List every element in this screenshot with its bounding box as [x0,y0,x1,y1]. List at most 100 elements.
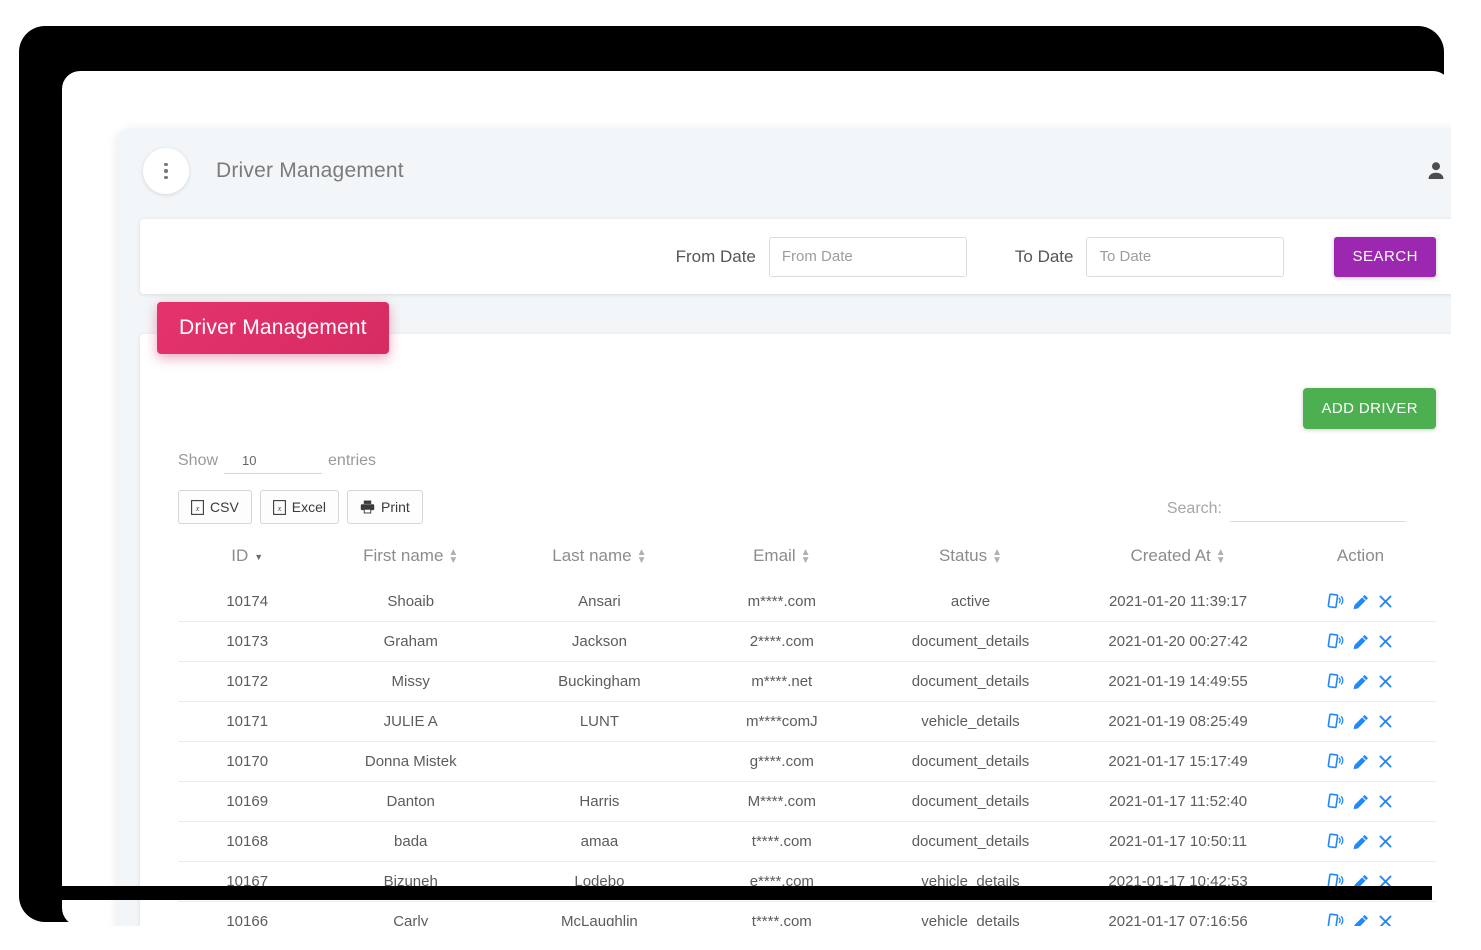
row-actions [1289,673,1432,690]
cell-action [1284,781,1436,822]
mobile-signal-icon[interactable] [1327,673,1344,690]
column-header-email[interactable]: Email ▲ ▼ [694,540,870,582]
user-account-icon[interactable] [1424,159,1448,183]
cell-created-at: 2021-01-19 08:25:49 [1071,701,1285,742]
mobile-signal-icon[interactable] [1327,633,1344,650]
sort-both-icon: ▲ ▼ [800,546,811,566]
cell-id: 10168 [178,821,317,862]
table-row: 10171 JULIE A LUNT m****comJ vehicle_details… [178,701,1436,742]
cell-status: vehicle_details [869,901,1072,926]
date-filter-bar: From Date To Date SEARCH [140,219,1451,294]
cell-created-at: 2021-01-17 10:50:11 [1071,821,1285,862]
column-header-id[interactable]: ID ▼ [178,540,316,582]
cell-email: M****.com [693,781,870,822]
from-date-label: From Date [675,246,756,266]
cell-last-name: McLaughlin [505,901,694,926]
export-excel-button[interactable]: x Excel [259,490,340,524]
delete-x-icon[interactable] [1378,914,1393,926]
mobile-signal-icon[interactable] [1327,593,1344,610]
mobile-signal-icon[interactable] [1327,793,1344,810]
edit-pencil-icon[interactable] [1353,634,1369,650]
edit-pencil-icon[interactable] [1353,754,1369,770]
table-search-label: Search: [1166,500,1222,517]
edit-pencil-icon[interactable] [1353,794,1369,810]
card-title-badge: Driver Management [157,302,389,354]
cell-email: m****.com [747,593,816,610]
entries-select[interactable]: 102550100 [224,451,323,474]
cell-first-name: Carly [316,901,506,926]
cell-status: vehicle_details [869,701,1072,742]
cell-action [1284,621,1436,662]
mobile-signal-icon[interactable] [1327,833,1344,850]
table-search-input[interactable] [1230,496,1406,522]
delete-x-icon[interactable] [1378,834,1393,849]
sort-desc-icon: ▼ [254,551,264,562]
table-row: 10174 Shoaib Ansari m****.com active 2021-01-… [178,582,1436,622]
edit-pencil-icon[interactable] [1353,714,1369,730]
edit-pencil-icon[interactable] [1353,914,1369,926]
file-export-icon: x [191,499,204,515]
row-actions [1289,913,1432,926]
cell-email: m****comJ [693,701,870,742]
delete-x-icon[interactable] [1378,754,1393,769]
to-date-input[interactable] [1086,236,1285,277]
add-driver-button[interactable]: ADD DRIVER [1303,388,1436,429]
search-submit-button[interactable]: SEARCH [1334,236,1436,277]
drivers-table-body: 10174 Shoaib Ansari m****.com active 2021-01-… [178,582,1436,926]
delete-x-icon[interactable] [1378,794,1393,809]
kebab-menu-icon[interactable] [143,148,189,194]
from-date-input[interactable] [768,236,967,277]
table-row: 10168 bada amaa t****.com document_details 20… [178,821,1436,862]
sort-both-icon: ▲ ▼ [448,546,459,566]
table-tools: Show 102550100 entries x CSV [140,429,1451,524]
cell-created-at: 2021-01-19 14:49:55 [1071,661,1285,702]
sort-both-icon: ▲ ▼ [1215,546,1226,566]
table-header-row: ID ▼ First name ▲ ▼ Last name ▲ ▼ Email ▲ ▼ Status ▲… [178,540,1436,582]
export-csv-label: CSV [210,499,239,515]
to-date-group: To Date [1014,236,1285,277]
to-date-label: To Date [1014,246,1074,266]
cell-id: 10171 [178,701,317,742]
column-header-last-name[interactable]: Last name ▲ ▼ [505,540,694,582]
column-header-status[interactable]: Status ▲ ▼ [870,540,1071,582]
mobile-signal-icon[interactable] [1327,913,1344,926]
delete-x-icon[interactable] [1378,594,1393,609]
drivers-table-wrap: ID ▼ First name ▲ ▼ Last name ▲ ▼ Email ▲ ▼ Status ▲… [140,522,1451,926]
cell-first-name: Missy [316,661,506,702]
mobile-signal-icon[interactable] [1327,713,1344,730]
driver-management-card: Driver Management ADD DRIVER Show 102550… [140,302,1451,926]
entries-label: entries [328,452,377,469]
cell-email: m****.net [693,661,870,702]
cell-id: 10174 [226,593,269,610]
mobile-signal-icon[interactable] [1327,753,1344,770]
column-header-first-name[interactable]: First name ▲ ▼ [316,540,505,582]
cell-first-name: bada [316,821,506,862]
device-screen: Driver Management From Date To Date [62,71,1451,926]
delete-x-icon[interactable] [1378,714,1393,729]
sort-both-icon: ▲ ▼ [636,546,647,566]
delete-x-icon[interactable] [1378,674,1393,689]
column-header-created-at[interactable]: Created At ▲ ▼ [1071,540,1285,582]
column-header-action: Action [1285,540,1436,582]
edit-pencil-icon[interactable] [1353,594,1369,610]
svg-text:x: x [277,504,282,513]
from-date-group: From Date [675,236,967,277]
cell-action [1284,661,1436,702]
cell-first-name: Donna Mistek [316,741,506,782]
cell-last-name [505,741,694,782]
row-actions [1289,713,1432,730]
row-actions [1289,793,1432,810]
table-row: 10169 Danton Harris M****.com document_detai… [178,781,1436,822]
cell-id: 10169 [178,781,317,822]
cell-created-at: 2021-01-20 11:39:17 [1108,593,1248,610]
export-csv-button[interactable]: x CSV [178,490,252,524]
cell-last-name: Jackson [505,621,694,662]
cell-action [1284,701,1436,742]
delete-x-icon[interactable] [1378,634,1393,649]
cell-last-name: amaa [505,821,694,862]
app-header: Driver Management [117,128,1451,214]
cell-id: 10170 [178,741,317,782]
print-button[interactable]: Print [347,490,423,524]
edit-pencil-icon[interactable] [1353,834,1369,850]
edit-pencil-icon[interactable] [1353,674,1369,690]
